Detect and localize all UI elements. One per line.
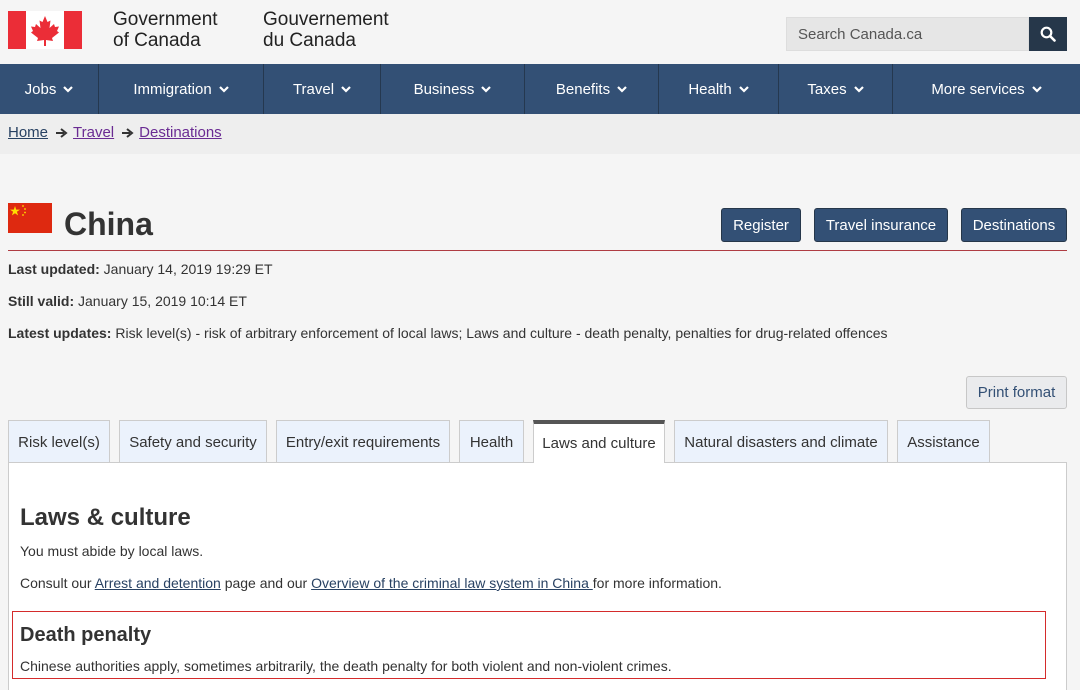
main-menu: Jobs Immigration Travel Business Benefit… [0, 64, 1080, 114]
menu-item-label: Immigration [133, 80, 212, 98]
chevron-down-icon [1031, 85, 1042, 93]
search-button[interactable] [1029, 17, 1067, 51]
menu-item-label: Benefits [555, 80, 611, 98]
breadcrumb: Home Travel Destinations [8, 124, 222, 141]
menu-item-label: Travel [292, 80, 335, 98]
latest-updates: Latest updates: Risk level(s) - risk of … [8, 325, 888, 341]
tab-health[interactable]: Health [459, 420, 524, 463]
tab-label: Safety and security [129, 433, 257, 451]
chevron-down-icon [617, 85, 627, 93]
tab-label: Assistance [907, 433, 980, 451]
tab-laws-and-culture[interactable]: Laws and culture [533, 420, 665, 463]
tab-risk-levels[interactable]: Risk level(s) [8, 420, 110, 463]
title-divider [8, 250, 1067, 251]
wordmark-en-line2: of Canada [113, 30, 201, 51]
tab-label: Entry/exit requirements [285, 433, 441, 451]
menu-item-more-services[interactable]: More services [893, 64, 1080, 114]
menu-item-business[interactable]: Business [381, 64, 525, 114]
consult-middle: page and our [220, 575, 312, 591]
tab-entry-exit-requirements[interactable]: Entry/exit requirements [276, 420, 450, 463]
last-updated-label: Last updated: [8, 261, 100, 277]
latest-updates-label: Latest updates: [8, 325, 112, 341]
death-penalty-heading: Death penalty [20, 624, 152, 646]
tab-label: Health [469, 433, 514, 451]
menu-item-benefits[interactable]: Benefits [525, 64, 659, 114]
breadcrumb-home-link[interactable]: Home [8, 124, 48, 141]
menu-item-travel[interactable]: Travel [264, 64, 381, 114]
search-input[interactable] [786, 17, 1029, 51]
menu-item-label: More services [931, 80, 1025, 98]
site-header: Government of Canada Gouvernement du Can… [0, 0, 1080, 64]
chevron-down-icon [853, 85, 864, 93]
tab-safety-and-security[interactable]: Safety and security [119, 420, 267, 463]
wordmark-fr-line1: Gouvernement [263, 9, 389, 30]
death-penalty-text: Chinese authorities apply, sometimes arb… [20, 658, 672, 674]
register-button[interactable]: Register [721, 208, 801, 242]
last-updated-value: January 14, 2019 19:29 ET [103, 261, 273, 277]
consult-suffix: for more information. [592, 575, 722, 591]
still-valid: Still valid: January 15, 2019 10:14 ET [8, 293, 247, 309]
still-valid-value: January 15, 2019 10:14 ET [78, 293, 247, 309]
chevron-down-icon [341, 85, 351, 93]
print-format-button[interactable]: Print format [966, 376, 1067, 409]
arrow-right-icon [56, 127, 68, 138]
chevron-down-icon [218, 85, 229, 93]
china-flag-icon [8, 203, 52, 233]
menu-item-taxes[interactable]: Taxes [779, 64, 893, 114]
tab-label: Laws and culture [542, 435, 656, 452]
breadcrumb-destinations-link[interactable]: Destinations [139, 124, 222, 141]
travel-insurance-button[interactable]: Travel insurance [814, 208, 948, 242]
criminal-law-overview-link[interactable]: Overview of the criminal law system in C… [311, 575, 593, 591]
menu-item-label: Jobs [24, 80, 57, 98]
consult-prefix: Consult our [20, 575, 95, 591]
section-title: Laws & culture [20, 504, 191, 531]
latest-updates-value: Risk level(s) - risk of arbitrary enforc… [115, 325, 888, 341]
chevron-down-icon [63, 85, 74, 93]
tab-label: Risk level(s) [18, 433, 100, 451]
tab-natural-disasters-and-climate[interactable]: Natural disasters and climate [674, 420, 888, 463]
chevron-down-icon [738, 85, 749, 93]
menu-item-jobs[interactable]: Jobs [0, 64, 99, 114]
destinations-button[interactable]: Destinations [961, 208, 1067, 242]
last-updated: Last updated: January 14, 2019 19:29 ET [8, 261, 273, 277]
arrest-and-detention-link[interactable]: Arrest and detention [95, 575, 221, 591]
page-title: China [64, 206, 153, 242]
menu-item-immigration[interactable]: Immigration [99, 64, 264, 114]
search-icon [1040, 26, 1056, 42]
menu-item-health[interactable]: Health [659, 64, 779, 114]
tab-assistance[interactable]: Assistance [897, 420, 990, 463]
still-valid-label: Still valid: [8, 293, 75, 309]
government-of-canada-wordmark[interactable]: Government of Canada [113, 9, 218, 51]
menu-item-label: Health [688, 80, 732, 98]
menu-item-label: Business [413, 80, 475, 98]
wordmark-fr-line2: du Canada [263, 30, 356, 51]
gouvernement-du-canada-wordmark[interactable]: Gouvernement du Canada [263, 9, 389, 51]
consult-text: Consult our Arrest and detention page an… [20, 575, 722, 591]
chevron-down-icon [481, 85, 492, 93]
wordmark-en-line1: Government [113, 9, 218, 30]
arrow-right-icon [122, 127, 134, 138]
menu-item-label: Taxes [807, 80, 847, 98]
breadcrumb-travel-link[interactable]: Travel [73, 124, 114, 141]
intro-text: You must abide by local laws. [20, 543, 204, 559]
tab-label: Natural disasters and climate [684, 433, 878, 451]
canada-flag-icon[interactable] [8, 11, 82, 49]
